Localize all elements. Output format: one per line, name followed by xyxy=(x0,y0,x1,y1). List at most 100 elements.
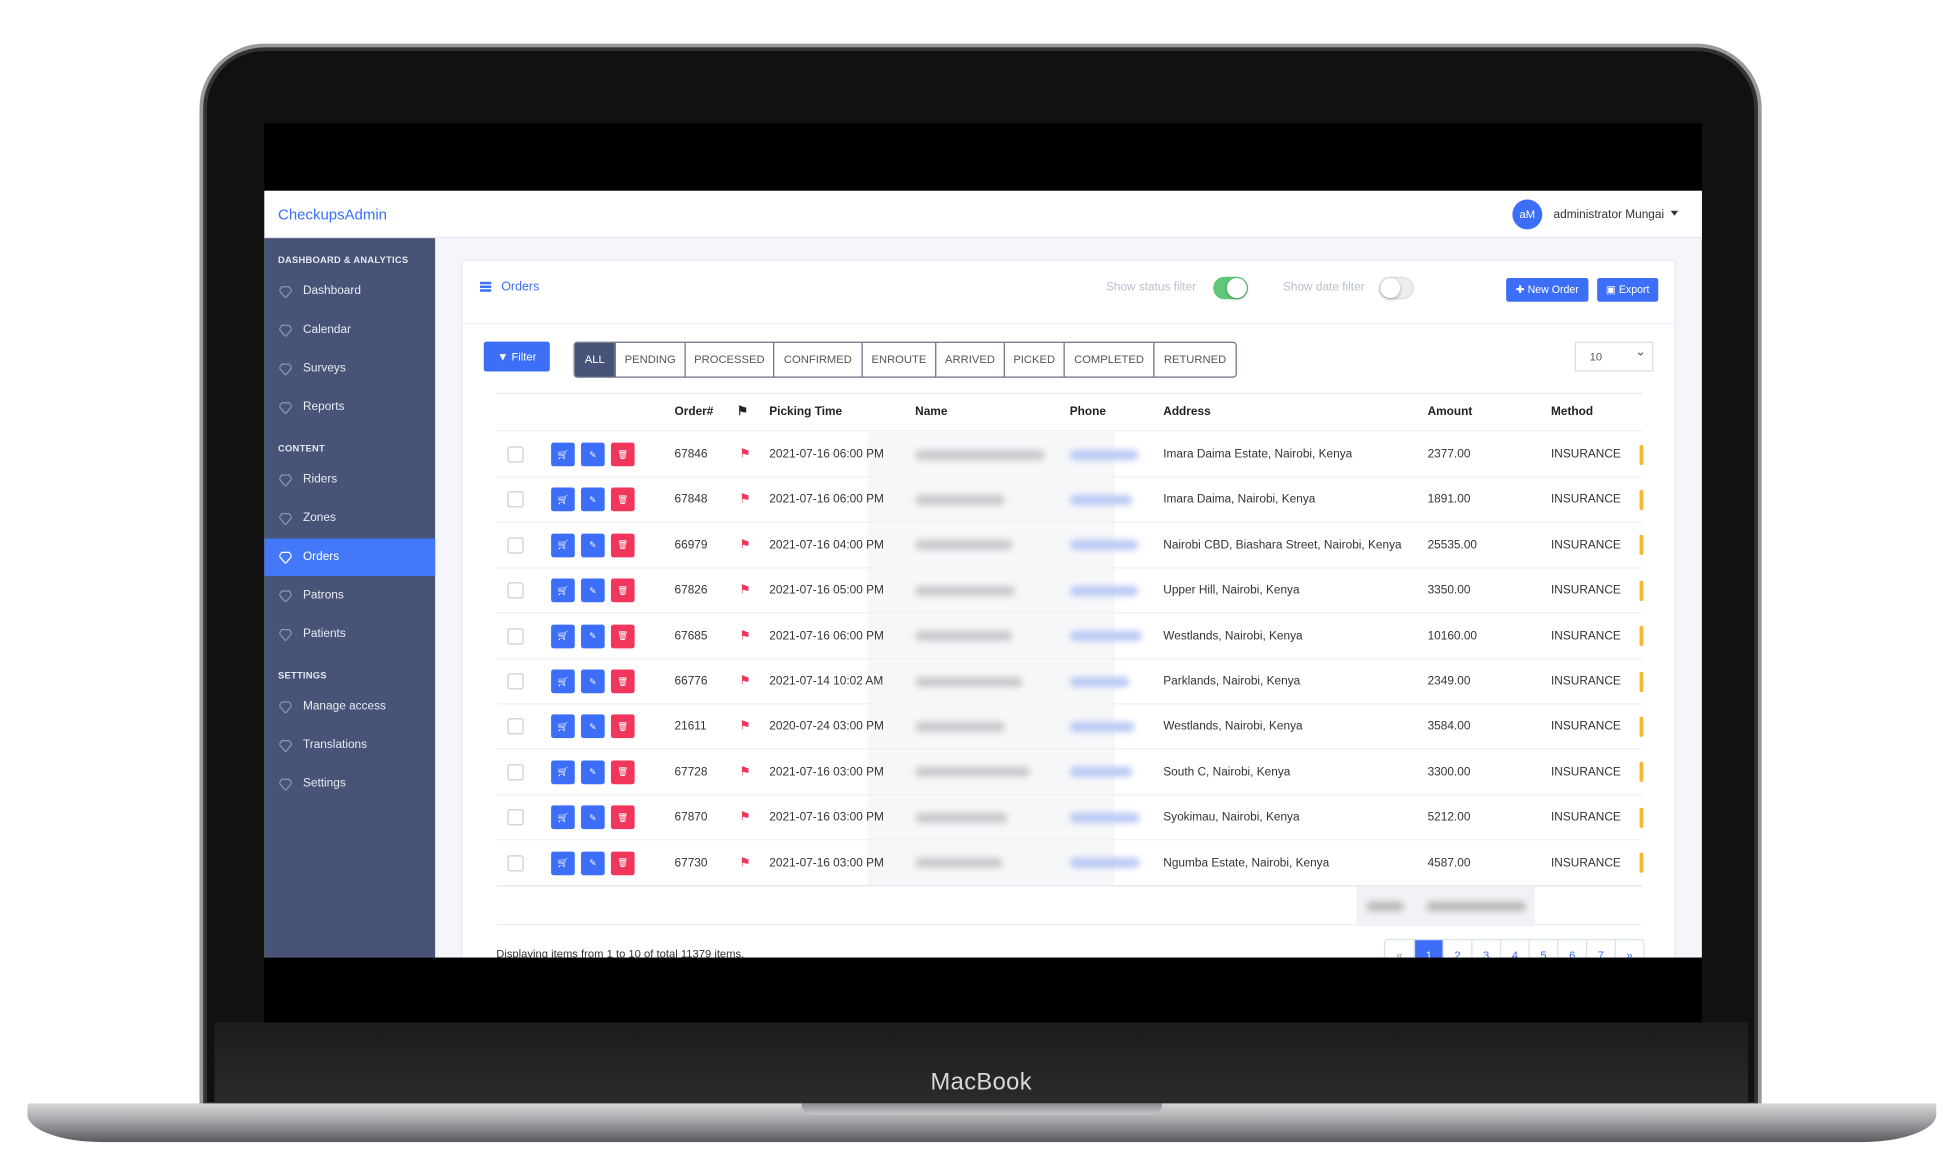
edit-button[interactable]: ✎ xyxy=(581,851,605,875)
sidebar-item-manage-access[interactable]: Manage access xyxy=(264,688,435,725)
filter-button[interactable]: ▼ Filter xyxy=(483,341,550,372)
sidebar-item-zones[interactable]: Zones xyxy=(264,500,435,537)
user-menu[interactable]: administrator Mungai xyxy=(1554,208,1678,222)
tab-picked[interactable]: PICKED xyxy=(1003,342,1064,377)
edit-button[interactable]: ✎ xyxy=(581,442,605,467)
sidebar-item-surveys[interactable]: Surveys xyxy=(264,350,435,387)
edit-button[interactable]: ✎ xyxy=(581,624,605,648)
table-row[interactable]: 🛒 ✎ 🗑 21611 ⚑ 2020-07-24 03:00 PM Westlands, N… xyxy=(496,705,1644,750)
amount: 5212.00 xyxy=(1427,810,1471,825)
sidebar-item-patrons[interactable]: Patrons xyxy=(264,577,435,614)
col-picking-time[interactable]: Picking Time xyxy=(769,394,842,430)
cart-button[interactable]: 🛒 xyxy=(551,714,575,739)
tab-returned[interactable]: RETURNED xyxy=(1153,342,1235,377)
prev-page-button[interactable]: « xyxy=(1385,940,1414,958)
tab-arrived[interactable]: ARRIVED xyxy=(935,342,1004,377)
page-button[interactable]: 6 xyxy=(1557,940,1586,958)
edit-button[interactable]: ✎ xyxy=(581,533,605,558)
row-checkbox[interactable] xyxy=(507,809,524,826)
table-row[interactable]: 🛒 ✎ 🗑 66979 ⚑ 2021-07-16 04:00 PM Nairobi CBD,… xyxy=(496,523,1644,569)
next-page-button[interactable]: » xyxy=(1614,940,1644,958)
trash-button[interactable]: 🗑 xyxy=(610,760,635,784)
trash-button[interactable]: 🗑 xyxy=(610,624,635,648)
page-button[interactable]: 5 xyxy=(1528,940,1558,958)
table-row[interactable]: 🛒 ✎ 🗑 66776 ⚑ 2021-07-14 10:02 AM Parklands, N… xyxy=(496,660,1644,705)
tab-pending[interactable]: PENDING xyxy=(614,342,685,377)
edit-button[interactable]: ✎ xyxy=(581,805,605,830)
cart-button[interactable]: 🛒 xyxy=(551,805,575,830)
row-checkbox[interactable] xyxy=(507,673,524,690)
page-button[interactable]: 1 xyxy=(1413,940,1443,958)
table-row[interactable]: 🛒 ✎ 🗑 67826 ⚑ 2021-07-16 05:00 PM Upper Hill, … xyxy=(496,569,1644,614)
brand-logo[interactable]: CheckupsAdmin xyxy=(278,206,387,223)
date-filter-toggle[interactable] xyxy=(1378,276,1414,300)
sidebar-item-reports[interactable]: Reports xyxy=(264,389,435,426)
cart-button[interactable]: 🛒 xyxy=(551,442,575,467)
col-amount[interactable]: Amount xyxy=(1428,394,1473,430)
avatar[interactable]: aM xyxy=(1512,199,1543,230)
edit-button[interactable]: ✎ xyxy=(581,669,605,694)
row-checkbox[interactable] xyxy=(507,446,524,463)
cart-button[interactable]: 🛒 xyxy=(551,760,575,784)
new-order-button[interactable]: ✚ New Order xyxy=(1506,278,1589,302)
row-checkbox[interactable] xyxy=(507,718,524,735)
col-name[interactable]: Name xyxy=(915,394,947,430)
page-button[interactable]: 2 xyxy=(1442,940,1472,958)
table-row[interactable]: 🛒 ✎ 🗑 67685 ⚑ 2021-07-16 06:00 PM Westlands, N… xyxy=(496,614,1644,660)
table-row[interactable]: 🛒 ✎ 🗑 67846 ⚑ 2021-07-16 06:00 PM Imara Daima … xyxy=(496,433,1644,478)
sidebar-item-settings[interactable]: Settings xyxy=(264,766,435,803)
page-button[interactable]: 3 xyxy=(1471,940,1500,958)
trash-button[interactable]: 🗑 xyxy=(610,442,635,467)
table-footer xyxy=(496,885,1643,927)
status-filter-toggle[interactable] xyxy=(1213,276,1249,300)
tab-processed[interactable]: PROCESSED xyxy=(684,342,773,377)
trash-button[interactable]: 🗑 xyxy=(610,669,635,694)
cart-button[interactable]: 🛒 xyxy=(551,578,575,603)
row-checkbox[interactable] xyxy=(507,764,524,781)
col-order[interactable]: Order# xyxy=(675,394,714,430)
row-checkbox[interactable] xyxy=(507,627,524,645)
trash-button[interactable]: 🗑 xyxy=(610,805,635,830)
table-row[interactable]: 🛒 ✎ 🗑 67728 ⚑ 2021-07-16 03:00 PM South C, Nai… xyxy=(496,750,1644,796)
sidebar-item-calendar[interactable]: Calendar xyxy=(264,312,435,349)
edit-button[interactable]: ✎ xyxy=(581,578,605,603)
row-checkbox[interactable] xyxy=(507,582,524,599)
cart-button[interactable]: 🛒 xyxy=(551,624,575,648)
page-button[interactable]: 4 xyxy=(1499,940,1529,958)
tab-confirmed[interactable]: CONFIRMED xyxy=(773,342,862,377)
sidebar-item-translations[interactable]: Translations xyxy=(264,727,435,764)
tab-enroute[interactable]: ENROUTE xyxy=(861,342,936,377)
row-checkbox[interactable] xyxy=(507,537,524,554)
cart-button[interactable]: 🛒 xyxy=(551,487,575,512)
col-phone[interactable]: Phone xyxy=(1070,394,1106,430)
trash-button[interactable]: 🗑 xyxy=(610,533,635,558)
sidebar-item-patients[interactable]: Patients xyxy=(264,616,435,653)
trash-button[interactable]: 🗑 xyxy=(610,487,635,512)
row-checkbox[interactable] xyxy=(507,491,524,508)
table-row[interactable]: 🛒 ✎ 🗑 67870 ⚑ 2021-07-16 03:00 PM Syokimau, Na… xyxy=(496,796,1644,841)
col-address[interactable]: Address xyxy=(1163,394,1210,430)
cart-button[interactable]: 🛒 xyxy=(551,669,575,694)
edit-button[interactable]: ✎ xyxy=(581,487,605,512)
trash-button[interactable]: 🗑 xyxy=(610,578,635,603)
row-checkbox[interactable] xyxy=(507,854,524,872)
trash-button[interactable]: 🗑 xyxy=(610,851,635,875)
edit-button[interactable]: ✎ xyxy=(581,760,605,784)
page-button[interactable]: 7 xyxy=(1585,940,1615,958)
tab-all[interactable]: ALL xyxy=(574,342,615,377)
export-button[interactable]: ▣ Export xyxy=(1597,278,1659,302)
amount: 3584.00 xyxy=(1427,719,1471,734)
tab-completed[interactable]: COMPLETED xyxy=(1063,342,1154,377)
sidebar-item-orders[interactable]: Orders xyxy=(264,538,436,577)
cart-button[interactable]: 🛒 xyxy=(551,533,575,558)
col-method[interactable]: Method xyxy=(1551,394,1593,430)
cart-icon: 🛒 xyxy=(557,813,569,823)
trash-button[interactable]: 🗑 xyxy=(610,714,635,739)
page-size-select[interactable]: 10 xyxy=(1574,341,1654,372)
sidebar-item-dashboard[interactable]: Dashboard xyxy=(264,273,435,310)
sidebar-item-riders[interactable]: Riders xyxy=(264,461,435,498)
edit-button[interactable]: ✎ xyxy=(581,714,605,739)
table-row[interactable]: 🛒 ✎ 🗑 67730 ⚑ 2021-07-16 03:00 PM Ngumba Estat… xyxy=(496,841,1644,886)
cart-button[interactable]: 🛒 xyxy=(551,851,575,875)
table-row[interactable]: 🛒 ✎ 🗑 67848 ⚑ 2021-07-16 06:00 PM Imara Daima,… xyxy=(496,478,1644,523)
